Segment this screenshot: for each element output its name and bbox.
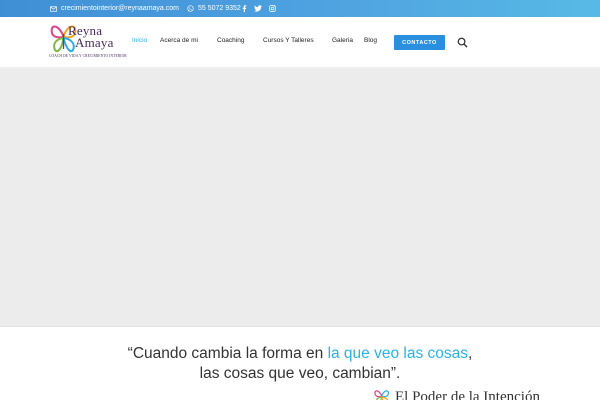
nav-item-blog[interactable]: Blog [364,16,377,66]
phone-text: 55 5072 9352 [198,5,241,12]
quote-line-1: “Cuando cambia la forma en la que veo la… [0,344,600,364]
featured-quote: “Cuando cambia la forma en la que veo la… [0,344,600,384]
whatsapp-icon [187,5,194,12]
quote-line-2: las cosas que veo, cambian”. [199,365,401,382]
social-links [242,0,276,17]
quote-text-start: “Cuando cambia la forma en [127,345,328,362]
butterfly-icon [374,390,390,400]
email-contact[interactable]: crecimientointerior@reynaamaya.com [50,0,179,17]
top-info-bar: crecimientointerior@reynaamaya.com 55 50… [0,0,600,17]
nav-item-cursos[interactable]: Cursos Y Talleres [263,16,314,66]
quote-comma: , [468,345,473,362]
twitter-icon[interactable] [254,5,262,12]
site-header: Reyna Amaya COACH DE VIDA Y CRECIMIENTO … [0,17,600,67]
hero-banner [0,67,600,327]
section-heading: El Poder de la Intención [373,389,540,400]
email-text: crecimientointerior@reynaamaya.com [61,5,179,12]
nav-item-galeria[interactable]: Galeria [332,16,353,66]
contact-button[interactable]: CONTACTO [394,35,445,50]
search-icon[interactable] [457,37,468,48]
envelope-icon [50,5,57,12]
nav-item-coaching[interactable]: Coaching [217,16,244,66]
facebook-icon[interactable] [242,5,247,12]
section-title: El Poder de la Intención [395,389,540,400]
nav-item-inicio[interactable]: Inicio [132,16,147,66]
section-divider [0,326,600,327]
logo-name-line2: Amaya [75,35,114,50]
phone-contact[interactable]: 55 5072 9352 [187,0,241,17]
nav-item-acerca[interactable]: Acerca de mi [160,16,198,66]
instagram-icon[interactable] [269,5,276,12]
logo-tagline: COACH DE VIDA Y CRECIMIENTO INTERIOR [49,54,127,58]
quote-highlight: la que veo las cosas [327,345,469,362]
site-logo[interactable]: Reyna Amaya COACH DE VIDA Y CRECIMIENTO … [49,23,131,63]
